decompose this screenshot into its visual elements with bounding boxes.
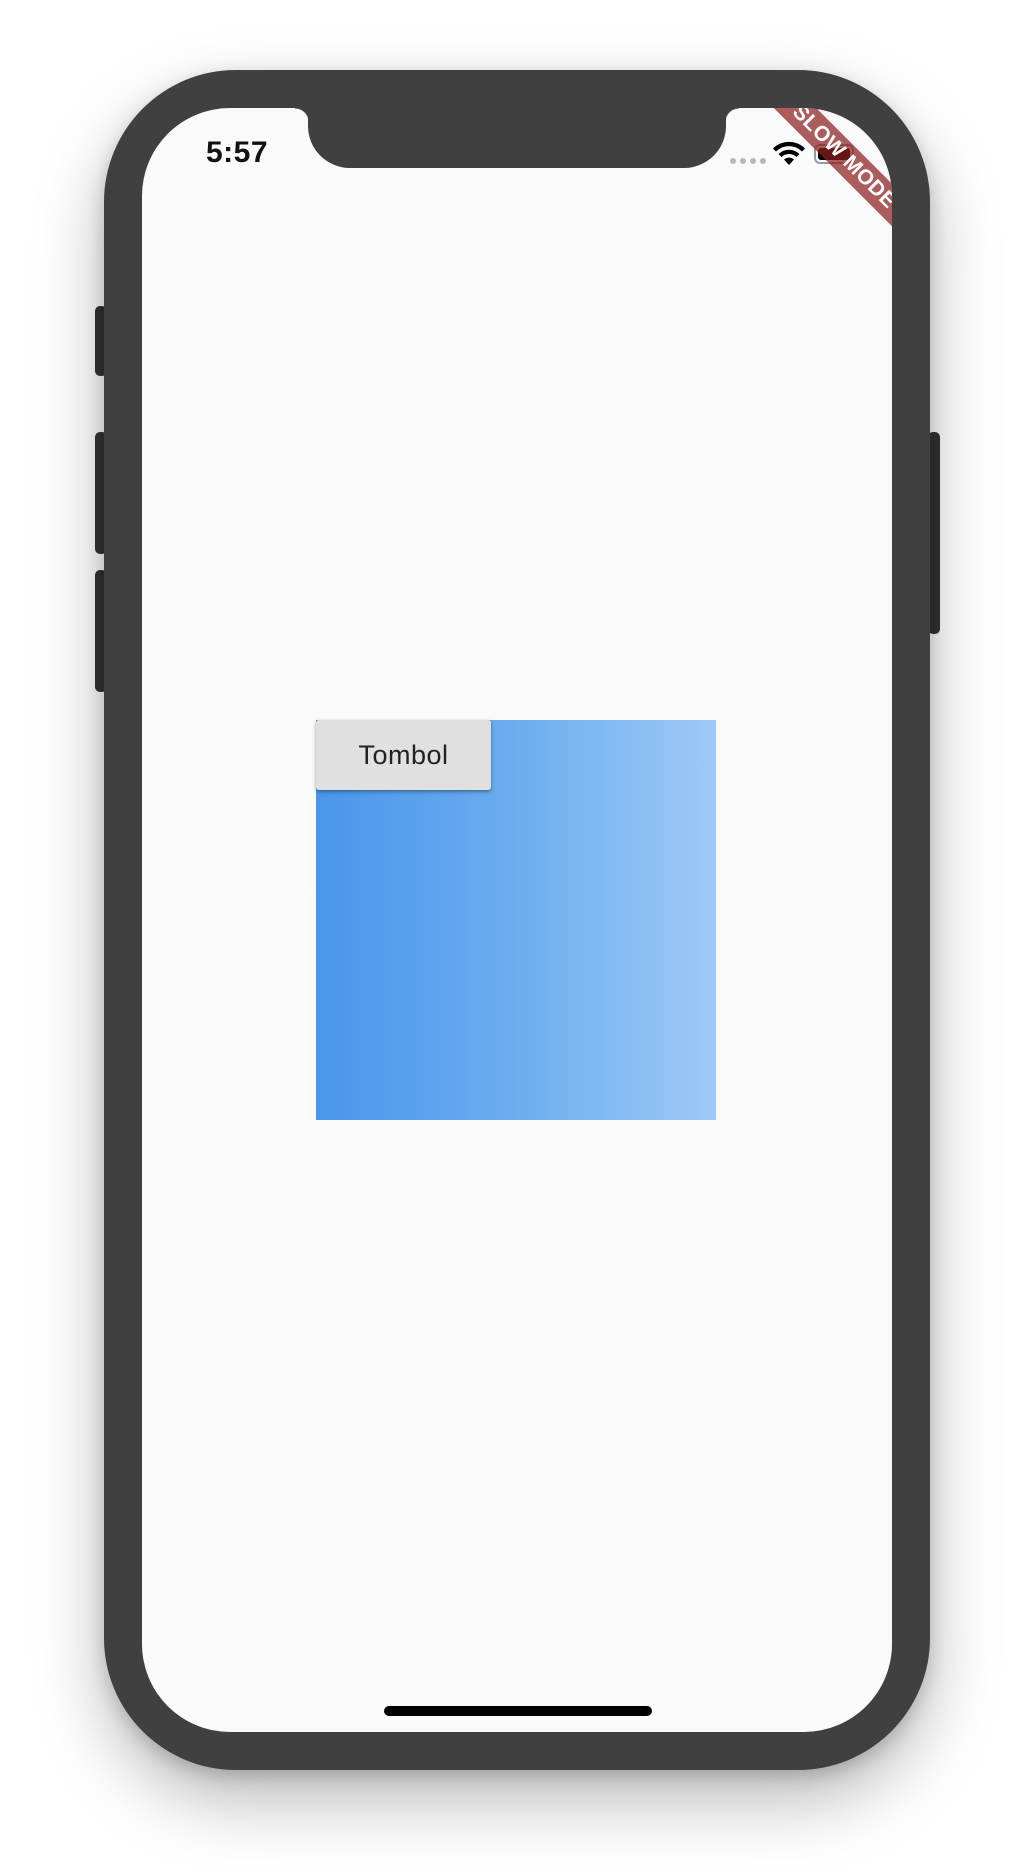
tombol-button[interactable]: Tombol [316, 720, 491, 790]
notch [295, 108, 739, 168]
home-indicator[interactable] [384, 1706, 652, 1716]
status-time: 5:57 [206, 136, 269, 169]
slow-mode-banner: SLOW MODE [762, 108, 892, 239]
debug-banner-clip: SLOW MODE [752, 108, 892, 248]
device-preview: 5:57 SLOW MODE er Tombol [0, 0, 1034, 1872]
phone-screen: 5:57 SLOW MODE er Tombol [142, 108, 892, 1732]
